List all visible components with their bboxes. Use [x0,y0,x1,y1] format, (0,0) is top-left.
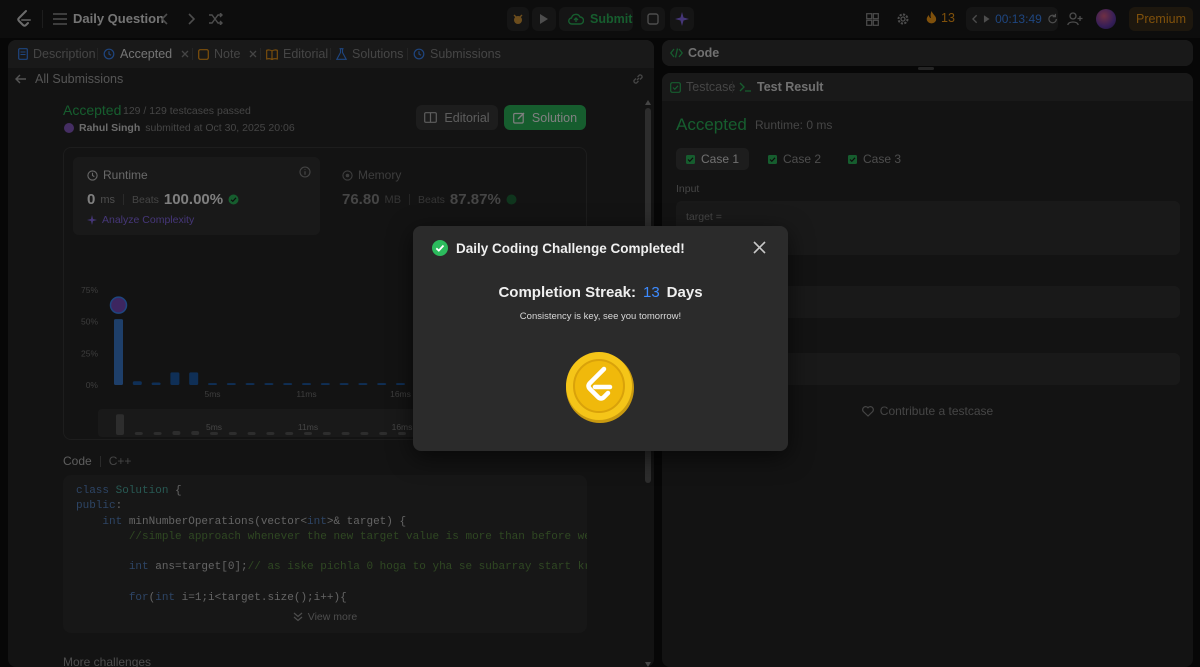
modal-header: Daily Coding Challenge Completed! [432,240,685,256]
close-icon[interactable] [753,241,766,254]
streak-unit: Days [666,284,703,301]
challenge-complete-modal: Daily Coding Challenge Completed! Comple… [413,226,788,451]
gold-coin-icon [564,350,636,424]
completion-streak: Completion Streak: 13 Days [413,284,788,301]
modal-title: Daily Coding Challenge Completed! [456,240,685,256]
streak-label: Completion Streak: [498,284,636,301]
check-circle-icon [432,240,448,256]
streak-value: 13 [642,284,660,301]
modal-message: Consistency is key, see you tomorrow! [519,311,682,322]
